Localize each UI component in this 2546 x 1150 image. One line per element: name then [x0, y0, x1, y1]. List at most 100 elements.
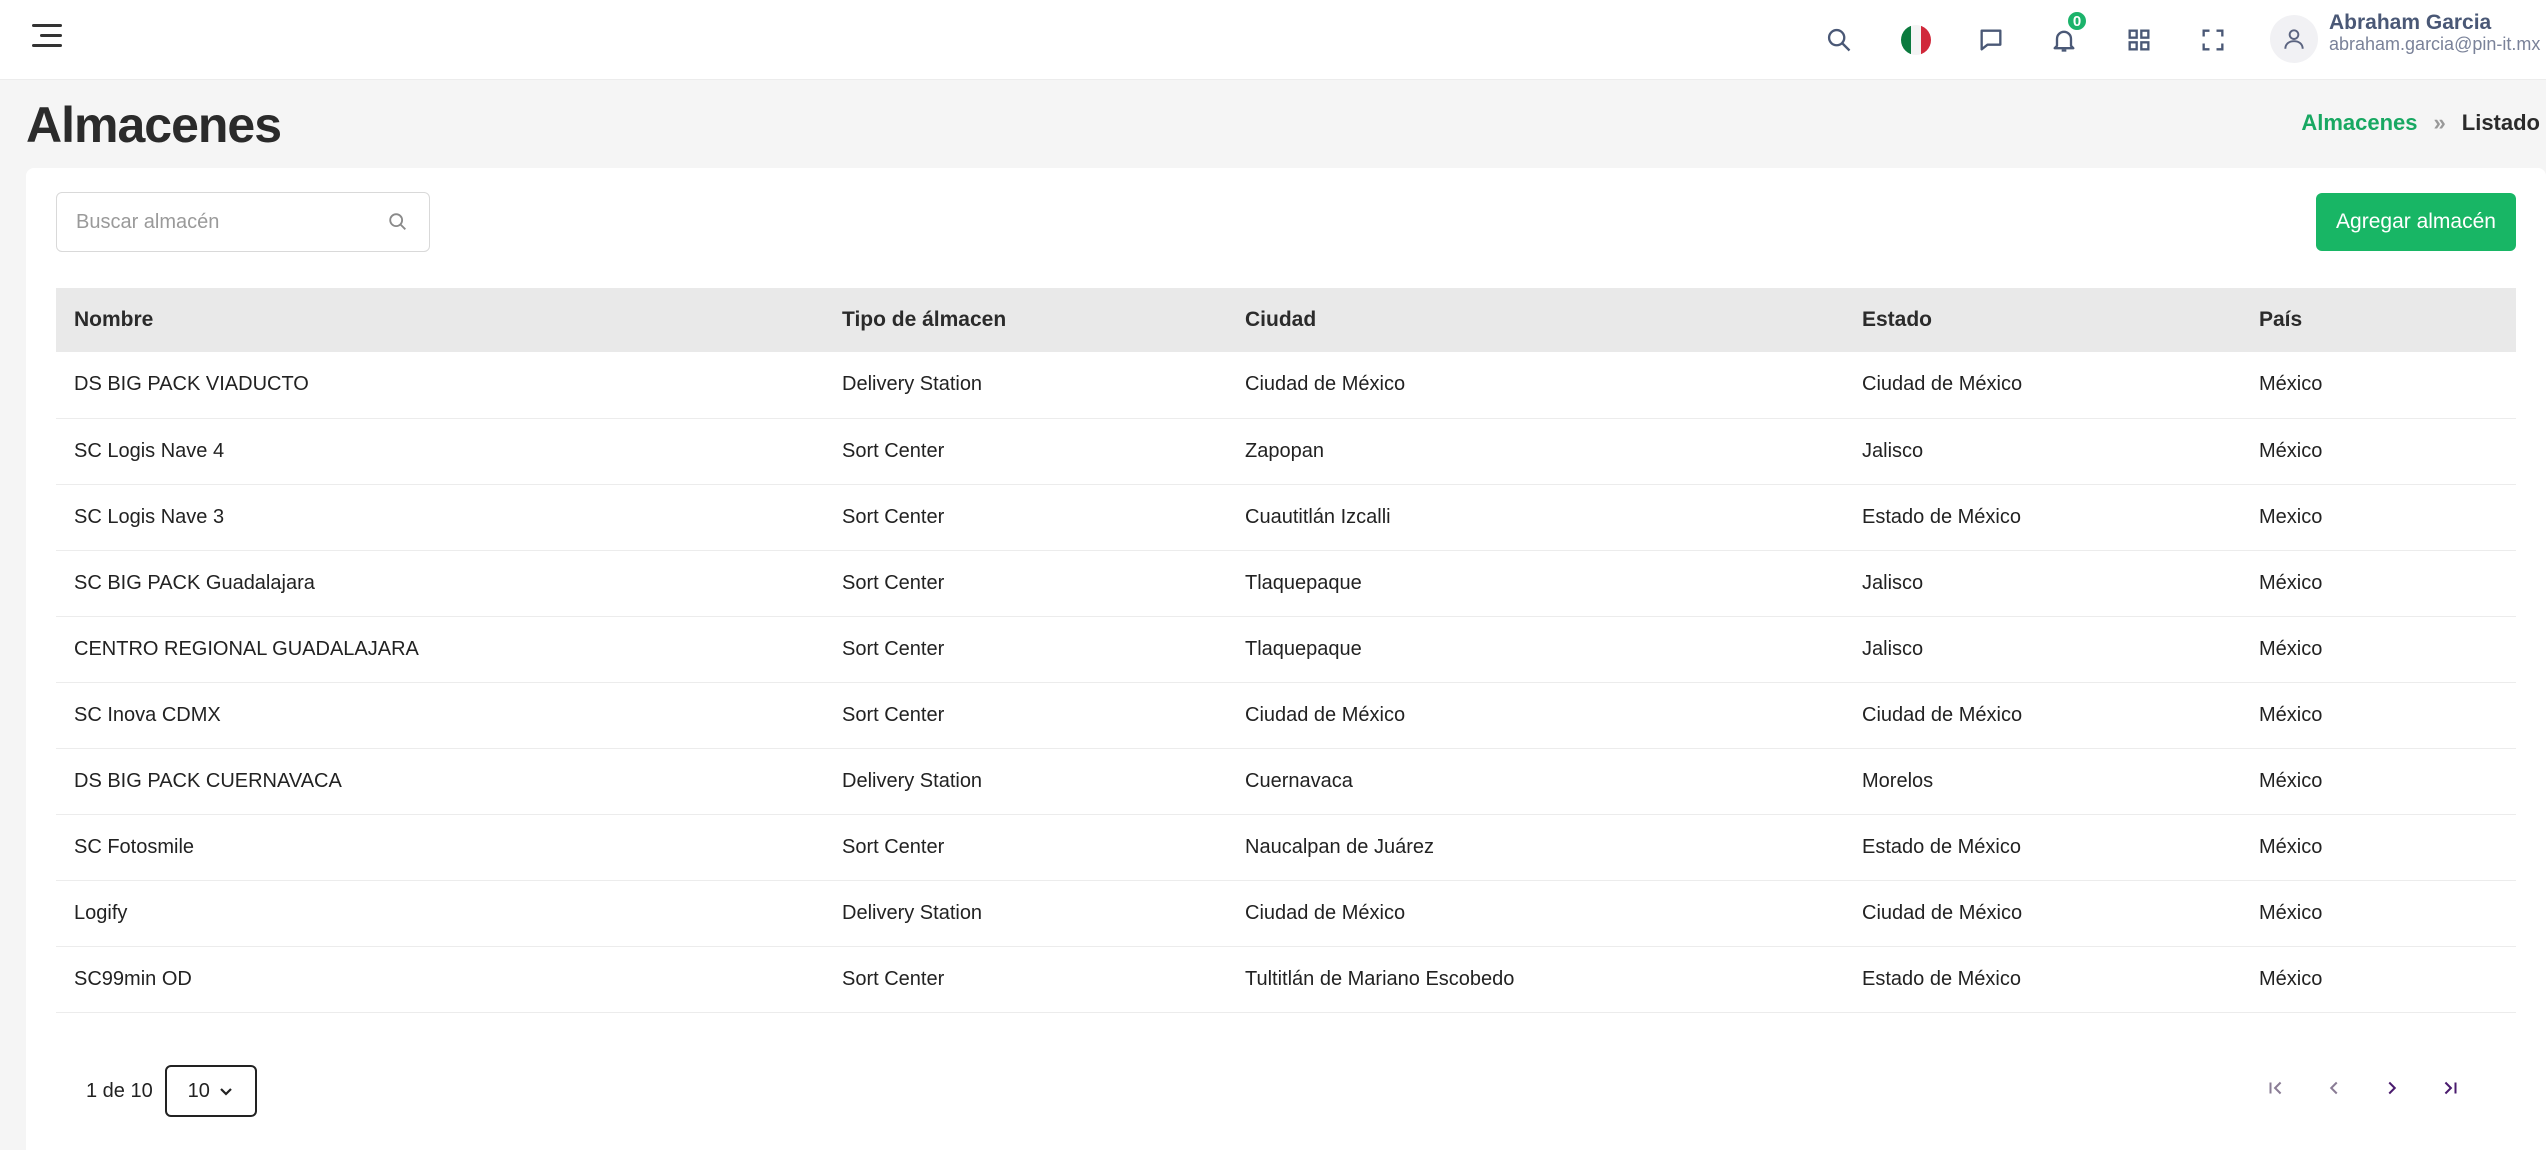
- user-email: abraham.garcia@pin-it.mx: [2329, 34, 2541, 54]
- chevron-double-right-icon: »: [2433, 110, 2446, 135]
- last-page-button[interactable]: [2430, 1068, 2470, 1108]
- cell-nombre: DS BIG PACK CUERNAVACA: [56, 748, 824, 815]
- menu-icon[interactable]: [32, 22, 66, 52]
- breadcrumb-current: Listado: [2461, 110, 2540, 135]
- column-header-nombre[interactable]: Nombre: [56, 288, 824, 352]
- cell-estado: Estado de México: [1844, 484, 2241, 551]
- table-row[interactable]: SC Fotosmile Sort Center Naucalpan de Ju…: [56, 814, 2516, 881]
- page-size-value: 10: [187, 1079, 210, 1102]
- cell-nombre: CENTRO REGIONAL GUADALAJARA: [56, 616, 824, 683]
- cell-tipo: Delivery Station: [824, 748, 1227, 815]
- cell-ciudad: Zapopan: [1227, 418, 1844, 485]
- cell-estado: Morelos: [1844, 748, 2241, 815]
- cell-nombre: SC Inova CDMX: [56, 682, 824, 749]
- user-icon: [2284, 29, 2304, 49]
- cell-nombre: SC BIG PACK Guadalajara: [56, 550, 824, 617]
- user-name[interactable]: Abraham Garcia: [2329, 11, 2491, 35]
- table-row[interactable]: SC BIG PACK Guadalajara Sort Center Tlaq…: [56, 550, 2516, 617]
- cell-ciudad: Tlaquepaque: [1227, 616, 1844, 683]
- notification-badge: 0: [2066, 10, 2088, 32]
- table-row[interactable]: SC99min OD Sort Center Tultitlán de Mari…: [56, 946, 2516, 1013]
- search-icon[interactable]: [1819, 20, 1859, 60]
- warehouses-table: Nombre Tipo de álmacen Ciudad Estado Paí…: [56, 288, 2516, 1013]
- cell-tipo: Sort Center: [824, 814, 1227, 881]
- cell-ciudad: Cuernavaca: [1227, 748, 1844, 815]
- column-header-tipo[interactable]: Tipo de álmacen: [824, 288, 1227, 352]
- cell-tipo: Delivery Station: [824, 352, 1227, 419]
- cell-pais: México: [2241, 352, 2516, 419]
- breadcrumb: Almacenes » Listado: [2301, 110, 2540, 136]
- cell-estado: Ciudad de México: [1844, 682, 2241, 749]
- cell-nombre: DS BIG PACK VIADUCTO: [56, 352, 824, 419]
- previous-page-button[interactable]: [2314, 1068, 2354, 1108]
- column-header-estado[interactable]: Estado: [1844, 288, 2241, 352]
- cell-ciudad: Ciudad de México: [1227, 880, 1844, 947]
- column-header-pais[interactable]: País: [2241, 288, 2516, 352]
- cell-nombre: SC Fotosmile: [56, 814, 824, 881]
- cell-estado: Ciudad de México: [1844, 352, 2241, 419]
- cell-estado: Jalisco: [1844, 550, 2241, 617]
- cell-estado: Estado de México: [1844, 946, 2241, 1013]
- cell-ciudad: Cuautitlán Izcalli: [1227, 484, 1844, 551]
- pagination-info: 1 de 10 10: [86, 1065, 257, 1117]
- breadcrumb-link-almacenes[interactable]: Almacenes: [2301, 110, 2417, 136]
- cell-pais: México: [2241, 814, 2516, 881]
- cell-nombre: SC Logis Nave 4: [56, 418, 824, 485]
- cell-tipo: Sort Center: [824, 616, 1227, 683]
- column-header-ciudad[interactable]: Ciudad: [1227, 288, 1844, 352]
- search-field: [56, 192, 430, 252]
- cell-tipo: Sort Center: [824, 682, 1227, 749]
- cell-estado: Estado de México: [1844, 814, 2241, 881]
- table-row[interactable]: Logify Delivery Station Ciudad de México…: [56, 880, 2516, 947]
- mexico-flag-icon[interactable]: [1896, 20, 1936, 60]
- cell-nombre: SC99min OD: [56, 946, 824, 1013]
- fullscreen-icon[interactable]: [2193, 20, 2233, 60]
- page-title: Almacenes: [26, 97, 282, 153]
- chat-icon[interactable]: [1971, 20, 2011, 60]
- cell-ciudad: Ciudad de México: [1227, 352, 1844, 419]
- cell-ciudad: Ciudad de México: [1227, 682, 1844, 749]
- pagination-controls: [2256, 1068, 2470, 1108]
- cell-tipo: Delivery Station: [824, 880, 1227, 947]
- cell-pais: México: [2241, 946, 2516, 1013]
- cell-pais: Mexico: [2241, 484, 2516, 551]
- cell-pais: México: [2241, 748, 2516, 815]
- apps-grid-icon[interactable]: [2119, 20, 2159, 60]
- cell-tipo: Sort Center: [824, 484, 1227, 551]
- bell-icon[interactable]: 0: [2044, 10, 2088, 60]
- search-input[interactable]: [57, 193, 429, 251]
- page-indicator: 1 de 10: [86, 1079, 153, 1102]
- table-row[interactable]: CENTRO REGIONAL GUADALAJARA Sort Center …: [56, 616, 2516, 683]
- table-row[interactable]: DS BIG PACK VIADUCTO Delivery Station Ci…: [56, 352, 2516, 419]
- table-row[interactable]: DS BIG PACK CUERNAVACA Delivery Station …: [56, 748, 2516, 815]
- avatar[interactable]: [2270, 15, 2318, 63]
- cell-pais: México: [2241, 616, 2516, 683]
- chevron-down-icon: [220, 1088, 232, 1096]
- cell-tipo: Sort Center: [824, 550, 1227, 617]
- cell-ciudad: Tultitlán de Mariano Escobedo: [1227, 946, 1844, 1013]
- cell-nombre: SC Logis Nave 3: [56, 484, 824, 551]
- cell-tipo: Sort Center: [824, 946, 1227, 1013]
- cell-pais: México: [2241, 880, 2516, 947]
- search-icon[interactable]: [387, 211, 409, 233]
- next-page-button[interactable]: [2372, 1068, 2412, 1108]
- cell-estado: Jalisco: [1844, 418, 2241, 485]
- cell-pais: México: [2241, 550, 2516, 617]
- cell-estado: Ciudad de México: [1844, 880, 2241, 947]
- top-bar: 0 Abraham Garcia abraham.garcia@pin-it.m…: [0, 0, 2546, 80]
- table-header-row: Nombre Tipo de álmacen Ciudad Estado Paí…: [56, 288, 2516, 352]
- cell-pais: México: [2241, 418, 2516, 485]
- cell-estado: Jalisco: [1844, 616, 2241, 683]
- table-row[interactable]: SC Logis Nave 3 Sort Center Cuautitlán I…: [56, 484, 2516, 551]
- content-card: Agregar almacén Nombre Tipo de álmacen C…: [26, 168, 2546, 1150]
- cell-ciudad: Tlaquepaque: [1227, 550, 1844, 617]
- first-page-button[interactable]: [2256, 1068, 2296, 1108]
- table-row[interactable]: SC Logis Nave 4 Sort Center Zapopan Jali…: [56, 418, 2516, 485]
- cell-tipo: Sort Center: [824, 418, 1227, 485]
- cell-nombre: Logify: [56, 880, 824, 947]
- cell-ciudad: Naucalpan de Juárez: [1227, 814, 1844, 881]
- cell-pais: México: [2241, 682, 2516, 749]
- page-size-select[interactable]: 10: [164, 1065, 257, 1117]
- table-row[interactable]: SC Inova CDMX Sort Center Ciudad de Méxi…: [56, 682, 2516, 749]
- add-warehouse-button[interactable]: Agregar almacén: [2316, 193, 2516, 251]
